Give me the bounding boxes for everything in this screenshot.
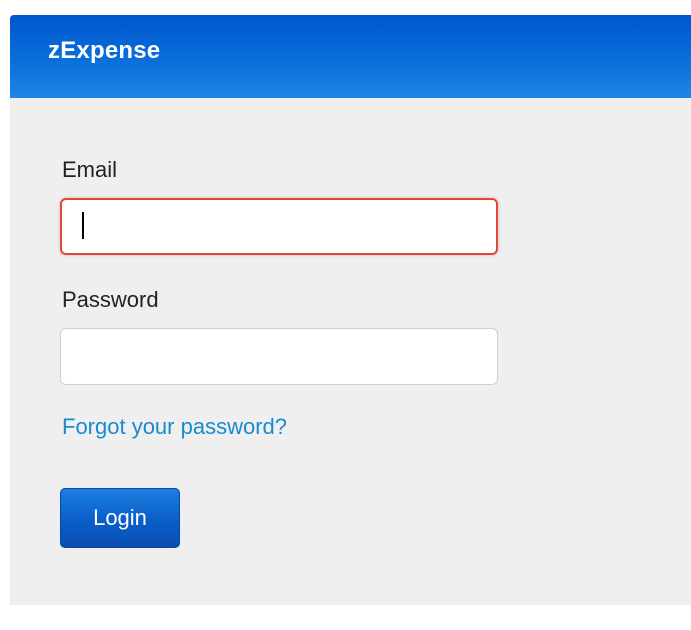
forgot-password-link[interactable]: Forgot your password? — [62, 414, 287, 440]
email-label: Email — [62, 157, 118, 182]
login-window: zExpense Email Password Forgot your pass… — [10, 15, 691, 605]
text-cursor — [82, 212, 84, 239]
password-label: Password — [62, 287, 159, 312]
app-header: zExpense — [10, 15, 691, 98]
email-input[interactable] — [60, 198, 498, 255]
app-title: zExpense — [48, 37, 161, 64]
login-button[interactable]: Login — [60, 488, 180, 548]
password-input[interactable] — [60, 328, 498, 385]
